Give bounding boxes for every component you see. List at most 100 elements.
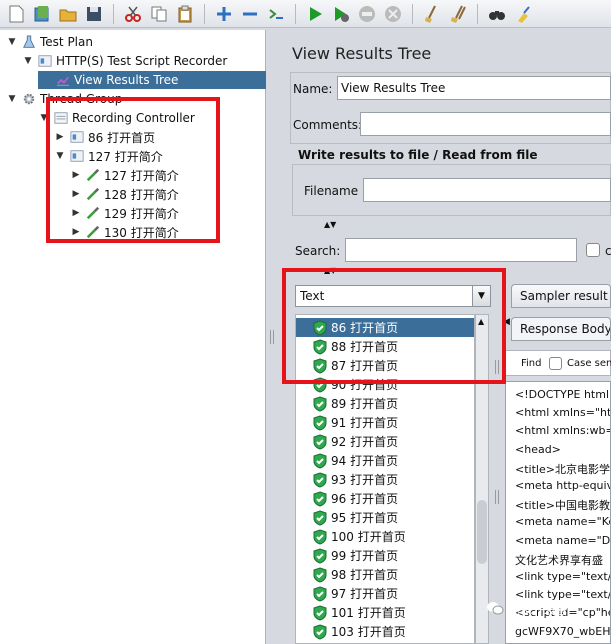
tree-node-test-plan[interactable]: ▼ Test Plan [6,33,93,51]
tab-sampler-result[interactable]: Sampler result [511,284,611,308]
toggle-icon[interactable] [264,2,288,26]
tree-label: HTTP(S) Test Script Recorder [56,54,228,68]
start-icon[interactable] [303,2,327,26]
scroll-thumb[interactable] [477,500,487,564]
name-label: Name: [293,82,333,96]
result-label: 98 打开首页 [331,568,399,582]
result-list-item[interactable]: 93 打开首页 [296,470,474,489]
response-line: gcWF9X70_wbEH [515,624,611,638]
test-plan-tree: ▼ Test Plan ▼ HTTP(S) Test Script Record… [0,30,266,644]
success-shield-icon [313,395,327,412]
response-line: <meta name="Ke [515,515,611,529]
response-line: <title>北京电影学院 [515,462,611,476]
result-label: 100 打开首页 [331,530,406,544]
expand-icon[interactable] [212,2,236,26]
reset-search-icon[interactable] [511,2,535,26]
case-sensitive-checkbox[interactable] [586,243,600,257]
file-group-title: Write results to file / Read from file [298,148,538,162]
success-shield-icon [313,566,327,583]
result-label: 92 打开首页 [331,435,399,449]
success-shield-icon [313,623,327,640]
save-icon[interactable] [82,2,106,26]
collapse-icon[interactable] [238,2,262,26]
tree-node-view-results-tree[interactable]: View Results Tree [38,71,266,89]
success-shield-icon [313,547,327,564]
start-no-pause-icon[interactable] [329,2,353,26]
tree-label: View Results Tree [74,73,179,87]
response-line: <meta name="De [515,533,611,547]
result-list-item[interactable]: 94 打开首页 [296,451,474,470]
highlight-box [282,268,506,384]
copy-icon[interactable] [147,2,171,26]
paste-icon[interactable] [173,2,197,26]
result-label: 96 打开首页 [331,492,399,506]
response-line: <!DOCTYPE html [515,388,610,401]
result-label: 95 打开首页 [331,511,399,525]
result-label: 99 打开首页 [331,549,399,563]
comments-field[interactable] [360,112,611,136]
search-label: Search: [295,244,341,258]
new-icon[interactable] [4,2,28,26]
open-icon[interactable] [56,2,80,26]
result-list-item[interactable]: 100 打开首页 [296,527,474,546]
search-field[interactable] [345,238,577,262]
tree-node-recorder[interactable]: ▼ HTTP(S) Test Script Recorder [22,52,228,70]
result-list-item[interactable]: 92 打开首页 [296,432,474,451]
comments-label: Comments: [293,118,363,132]
find-label: Find [521,358,542,369]
find-case-checkbox[interactable] [549,357,562,370]
result-list-item[interactable]: 101 打开首页 [296,603,474,622]
success-shield-icon [313,490,327,507]
result-list-item[interactable]: 95 打开首页 [296,508,474,527]
result-list-item[interactable]: 103 打开首页 [296,622,474,641]
response-line: <meta http-equiv= [515,479,610,492]
result-label: 103 打开首页 [331,625,406,639]
response-line: <html xmlns:wb=" [515,424,611,438]
success-shield-icon [313,585,327,602]
search-icon[interactable] [485,2,509,26]
filename-label: Filename [304,184,359,198]
collapse-arrow-icon[interactable]: ▼ [6,33,18,51]
result-list-item[interactable]: 99 打开首页 [296,546,474,565]
result-label: 91 打开首页 [331,416,399,430]
response-line: 文化艺术界享有盛 [515,553,603,567]
collapse-arrow-icon[interactable]: ▼ [6,90,18,108]
clear-all-icon[interactable] [446,2,470,26]
success-shield-icon [313,528,327,545]
recorder-icon [37,53,53,69]
success-shield-icon [313,452,327,469]
gear-icon [21,91,37,107]
tree-label: Test Plan [40,35,93,49]
toolbar [0,0,611,28]
splitter-grip[interactable] [270,330,274,344]
collapse-arrow-icon[interactable]: ▼ [22,52,34,70]
clear-icon[interactable] [420,2,444,26]
flask-icon [21,34,37,50]
find-case-label: Case sen [567,358,611,369]
result-label: 93 打开首页 [331,473,399,487]
filename-field[interactable] [363,178,611,202]
success-shield-icon [313,509,327,526]
result-list-item[interactable]: 96 打开首页 [296,489,474,508]
result-list-item[interactable]: 98 打开首页 [296,565,474,584]
result-list-item[interactable]: 91 打开首页 [296,413,474,432]
view-results-tree-panel: View Results Tree Name: View Results Tre… [277,30,611,644]
success-shield-icon [313,433,327,450]
name-field[interactable]: View Results Tree [337,76,611,100]
page-title: View Results Tree [292,44,432,63]
cut-icon[interactable] [121,2,145,26]
wechat-icon [486,600,504,619]
response-line: <title>中国电影教育 [515,499,611,513]
chart-icon [55,72,71,88]
stop-icon[interactable] [355,2,379,26]
response-line: <link type="text/cs [515,570,611,583]
result-list-item[interactable]: 97 打开首页 [296,584,474,603]
splitter-grip[interactable] [495,490,499,504]
tab-response-body[interactable]: Response Body [511,317,611,341]
watermark: 测试开发营 [486,600,568,619]
result-list-item[interactable]: 89 打开首页 [296,394,474,413]
splitter-arrows-icon[interactable]: ▲▼ [324,220,336,229]
success-shield-icon [313,471,327,488]
templates-icon[interactable] [30,2,54,26]
shutdown-icon[interactable] [381,2,405,26]
